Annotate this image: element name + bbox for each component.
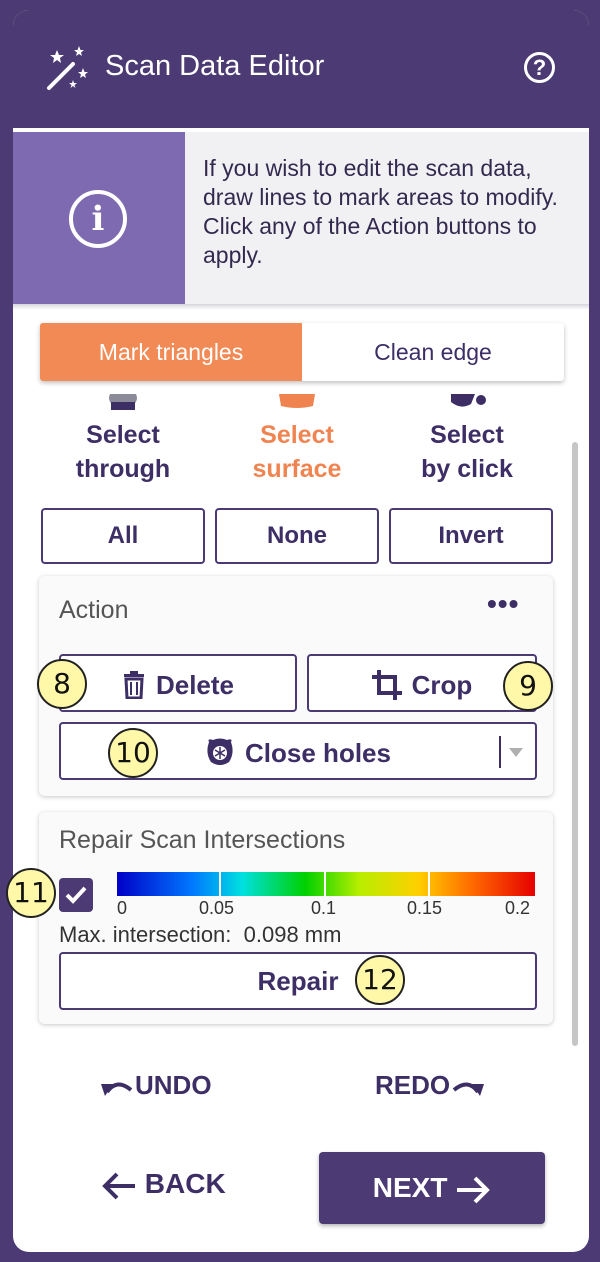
back-label: BACK: [144, 1168, 226, 1199]
select-none-button[interactable]: None: [215, 508, 379, 564]
help-icon[interactable]: ?: [524, 52, 555, 83]
more-options-icon[interactable]: •••: [487, 588, 519, 620]
redo-label: REDO: [375, 1070, 451, 1100]
delete-button[interactable]: Delete: [59, 654, 297, 712]
max-intersection-value: 0.098 mm: [243, 922, 342, 947]
scale-tick: [219, 872, 221, 896]
info-banner: i If you wish to edit the scan data, dra…: [13, 132, 589, 310]
select-surface-icon: [279, 394, 315, 408]
check-icon: [65, 886, 87, 904]
page-title: Scan Data Editor: [105, 50, 325, 82]
select-by-click-icon: [451, 394, 486, 407]
repair-checkbox[interactable]: [59, 878, 93, 912]
callout-badge-10: 10: [108, 728, 158, 778]
select-all-button[interactable]: All: [41, 508, 205, 564]
arrow-right-icon: [457, 1176, 491, 1204]
magic-wand-icon: [47, 46, 88, 90]
scale-label: 0.2: [505, 898, 531, 918]
callout-badge-11: 11: [6, 868, 56, 918]
crop-label: Crop: [411, 670, 473, 701]
callout-badge-12: 12: [355, 955, 405, 1005]
next-label: NEXT: [372, 1172, 448, 1203]
scale-tick: [428, 872, 430, 896]
header: Scan Data Editor ?: [13, 10, 589, 128]
info-text: If you wish to edit the scan data, draw …: [203, 155, 558, 268]
undo-label: UNDO: [135, 1070, 212, 1100]
chevron-down-icon[interactable]: [509, 748, 523, 757]
delete-label: Delete: [155, 670, 235, 701]
close-holes-icon: [207, 738, 233, 766]
select-by-click-label: Select by click: [421, 421, 513, 483]
invert-selection-button[interactable]: Invert: [389, 508, 553, 564]
close-holes-label: Close holes: [245, 738, 391, 769]
dropdown-divider: [499, 736, 501, 768]
next-button[interactable]: NEXT: [319, 1152, 545, 1224]
crop-icon: [371, 670, 402, 701]
callout-badge-9: 9: [503, 661, 553, 711]
redo-button[interactable]: REDO: [375, 1070, 485, 1101]
scrollbar[interactable]: [572, 442, 578, 1046]
banner-shadow: [13, 304, 589, 310]
scale-label: 0.15: [407, 898, 443, 918]
max-intersection: Max. intersection: 0.098 mm: [59, 922, 341, 948]
repair-title: Repair Scan Intersections: [59, 826, 346, 854]
scale-label: 0: [117, 898, 128, 918]
arrow-left-icon: [102, 1172, 135, 1200]
redo-icon: [452, 1082, 485, 1097]
intersection-color-scale: [117, 872, 535, 896]
tab-clean-edge[interactable]: Clean edge: [302, 323, 564, 381]
mode-tabs: Mark triangles Clean edge: [40, 323, 564, 381]
info-icon-box: i: [13, 132, 185, 304]
trash-icon: [123, 671, 144, 700]
scale-tick: [324, 872, 326, 896]
undo-icon: [101, 1082, 133, 1097]
undo-button[interactable]: UNDO: [101, 1070, 212, 1101]
select-through-icon: [109, 394, 137, 410]
back-button[interactable]: BACK: [101, 1168, 226, 1200]
repair-button[interactable]: Repair: [59, 952, 537, 1010]
info-icon: i: [69, 190, 127, 248]
scale-label: 0.05: [199, 898, 235, 918]
callout-badge-8: 8: [37, 659, 87, 709]
scan-data-editor-panel: Scan Data Editor ? i If you wish to edit…: [13, 10, 589, 1252]
scale-label: 0.1: [311, 898, 337, 918]
repair-card: Repair Scan Intersections 0 0.05 0.1 0.1…: [39, 812, 553, 1024]
select-through-label: Select through: [75, 421, 171, 483]
select-surface-label: Select surface: [252, 421, 342, 483]
max-intersection-label: Max. intersection:: [59, 922, 232, 947]
tab-mark-triangles[interactable]: Mark triangles: [40, 323, 302, 381]
action-title: Action: [59, 596, 129, 624]
